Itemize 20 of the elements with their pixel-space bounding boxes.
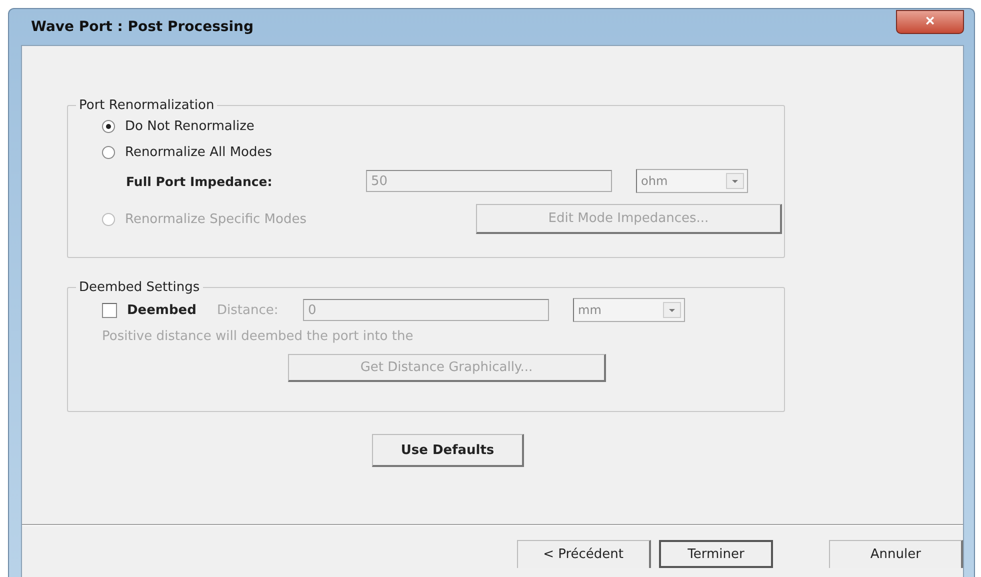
group-title: Port Renormalization: [78, 98, 216, 113]
checkbox-label: Deembed: [127, 302, 198, 318]
caret-icon: [726, 173, 744, 189]
radio-label: Do Not Renormalize: [125, 118, 254, 134]
field-label: Distance:: [217, 302, 280, 318]
caret-icon: [663, 302, 681, 318]
checkbox[interactable]: [102, 302, 117, 318]
dialog-button[interactable]: < Précédent: [517, 540, 651, 568]
field-label: Full Port Impedance:: [126, 174, 274, 188]
radio-label: Renormalize All Modes: [125, 144, 272, 160]
hint-text: Positive distance will deembed the port into the: [102, 329, 414, 344]
radio-button[interactable]: [102, 146, 115, 158]
radio-button[interactable]: [102, 120, 115, 132]
radio-label: Renormalize Specific Modes: [125, 212, 306, 226]
group-title: Deembed Settings: [78, 280, 201, 295]
window-title: Wave Port : Post Processing: [30, 19, 254, 35]
dialog-button[interactable]: Terminer: [658, 540, 774, 568]
dialog-button[interactable]: Annuler: [829, 540, 963, 568]
use-defaults-button[interactable]: Use Defaults: [372, 434, 524, 467]
close-button[interactable]: ×: [896, 10, 964, 34]
